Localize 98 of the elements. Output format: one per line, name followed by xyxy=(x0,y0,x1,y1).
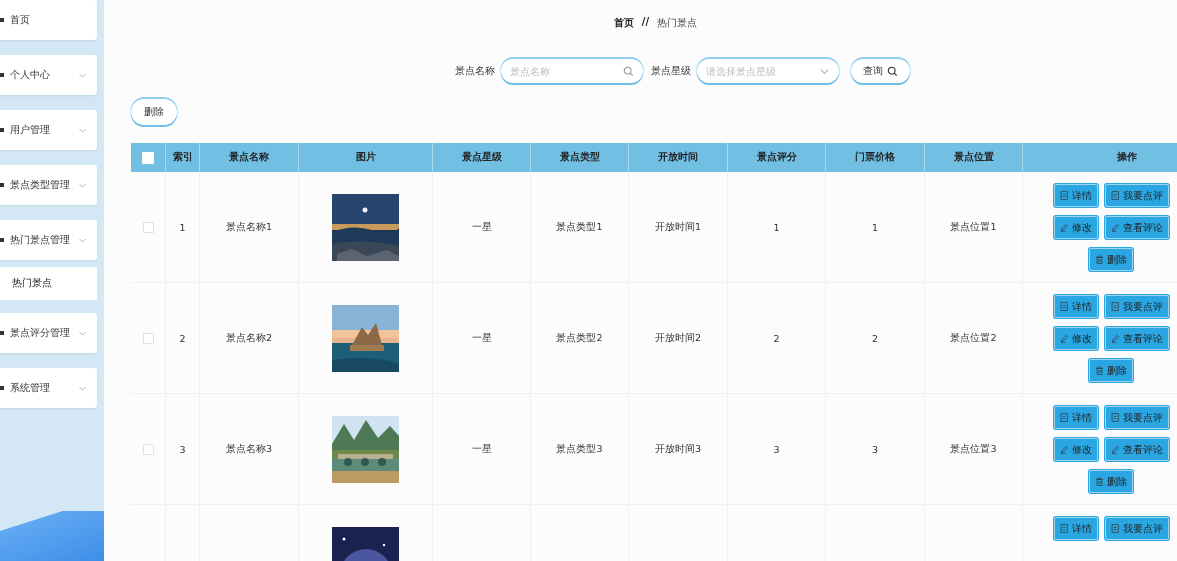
table-cell: 1 xyxy=(727,172,826,283)
action-button[interactable]: 查看评论 xyxy=(1104,438,1169,461)
table-cell: 开放时间3 xyxy=(628,393,728,505)
chevron-icon xyxy=(819,66,830,77)
action-button[interactable]: 删除 xyxy=(1089,248,1133,271)
table-cell: 开放时间1 xyxy=(628,172,728,283)
search-icon xyxy=(623,66,634,77)
column-header: 操作 xyxy=(1022,143,1177,172)
document-icon xyxy=(1110,413,1120,422)
menu-item[interactable]: 首页 xyxy=(0,0,97,40)
action-button[interactable]: 我要点评 xyxy=(1104,184,1169,207)
pen-icon xyxy=(1059,334,1069,343)
submenu-item[interactable]: 热门景点 xyxy=(0,267,97,300)
table-cell: 景点名称1 xyxy=(199,172,299,283)
document-icon xyxy=(1110,191,1120,200)
checkbox[interactable] xyxy=(142,444,154,455)
action-button[interactable]: 我要点评 xyxy=(1104,517,1169,540)
table-cell: 2 xyxy=(727,282,826,394)
search-button[interactable]: 查询 xyxy=(851,59,910,83)
pen-icon xyxy=(1059,445,1069,454)
table-cell: 3 xyxy=(727,393,826,505)
table-cell: 景点类型2 xyxy=(530,282,629,394)
table-cell: 景点位置1 xyxy=(924,172,1023,283)
action-button[interactable]: 我要点评 xyxy=(1104,406,1169,429)
document-icon xyxy=(1059,302,1069,311)
action-button[interactable]: 详情 xyxy=(1053,295,1098,318)
menu-item[interactable]: 景点类型管理 xyxy=(0,165,97,205)
table-cell: 景点位置3 xyxy=(924,393,1023,505)
action-button[interactable]: 详情 xyxy=(1053,406,1098,429)
menu-icon xyxy=(0,15,4,25)
action-button[interactable]: 我要点评 xyxy=(1104,295,1169,318)
table-cell: 景点名称3 xyxy=(199,393,299,505)
document-icon xyxy=(1059,524,1069,533)
table-cell: 3 xyxy=(165,393,200,505)
breadcrumb-current: 热门景点 xyxy=(657,16,698,30)
menu-item[interactable]: 景点评分管理 xyxy=(0,313,97,353)
pen-icon xyxy=(1059,223,1069,232)
menu-icon xyxy=(0,328,4,338)
column-header: 景点星级 xyxy=(432,143,531,172)
action-button[interactable]: 修改 xyxy=(1053,438,1098,461)
column-header: 景点名称 xyxy=(199,143,299,172)
action-button[interactable]: 查看评论 xyxy=(1104,216,1169,239)
document-icon xyxy=(1059,413,1069,422)
menu-icon xyxy=(0,70,4,80)
table-cell: 3 xyxy=(825,393,925,505)
table-cell: 2 xyxy=(165,282,200,394)
table-cell: 2 xyxy=(825,282,925,394)
column-header: 景点位置 xyxy=(924,143,1023,172)
menu-item[interactable]: 个人中心 xyxy=(0,55,97,95)
menu-item[interactable]: 热门景点管理 xyxy=(0,220,97,260)
document-icon xyxy=(1110,524,1120,533)
menu-item[interactable]: 用户管理 xyxy=(0,110,97,150)
document-icon xyxy=(1110,302,1120,311)
table-cell: 景点名称2 xyxy=(199,282,299,394)
field-label: 景点星级 xyxy=(651,64,691,78)
menu-icon xyxy=(0,125,4,135)
action-button[interactable]: 查看评论 xyxy=(1104,327,1169,350)
menu-item[interactable]: 系统管理 xyxy=(0,368,97,408)
column-header: 索引 xyxy=(165,143,200,172)
table-cell: 景点位置2 xyxy=(924,282,1023,394)
pen-icon xyxy=(1110,445,1120,454)
search-icon xyxy=(887,65,898,77)
action-button[interactable]: 删除 xyxy=(1089,359,1133,382)
document-icon xyxy=(1059,191,1069,200)
checkbox[interactable] xyxy=(142,222,154,233)
action-button[interactable]: 详情 xyxy=(1053,517,1098,540)
breadcrumb-link[interactable]: 首页 xyxy=(613,16,634,30)
menu-icon xyxy=(0,180,4,190)
table-cell: 景点类型1 xyxy=(530,172,629,283)
pen-icon xyxy=(1110,334,1120,343)
table-cell: 一星 xyxy=(432,393,531,505)
field-label: 景点名称 xyxy=(455,64,495,78)
menu-icon xyxy=(0,383,4,393)
action-button[interactable]: 详情 xyxy=(1053,184,1098,207)
column-header: 门票价格 xyxy=(825,143,925,172)
column-header: 开放时间 xyxy=(628,143,728,172)
table-cell: 开放时间2 xyxy=(628,282,728,394)
column-header: 景点类型 xyxy=(530,143,629,172)
action-button[interactable]: 修改 xyxy=(1053,216,1098,239)
table-cell: 1 xyxy=(825,172,925,283)
table-cell: 景点类型3 xyxy=(530,393,629,505)
search-field[interactable]: 景点名称 xyxy=(501,59,643,83)
delete-button[interactable]: 删除 xyxy=(131,99,177,125)
column-header: 图片 xyxy=(298,143,433,172)
table-cell: 一星 xyxy=(432,282,531,394)
checkbox[interactable] xyxy=(142,333,154,344)
trash-icon xyxy=(1095,477,1104,486)
select-field[interactable]: 请选择景点星级 xyxy=(697,59,839,83)
table-cell: 一星 xyxy=(432,172,531,283)
trash-icon xyxy=(1095,255,1104,264)
action-button[interactable]: 修改 xyxy=(1053,327,1098,350)
menu-icon xyxy=(0,235,4,245)
action-button[interactable]: 删除 xyxy=(1089,470,1133,493)
pen-icon xyxy=(1110,223,1120,232)
table-cell: 1 xyxy=(165,172,200,283)
column-header: 景点评分 xyxy=(727,143,826,172)
trash-icon xyxy=(1095,366,1104,375)
breadcrumb-separator: // xyxy=(641,16,650,29)
